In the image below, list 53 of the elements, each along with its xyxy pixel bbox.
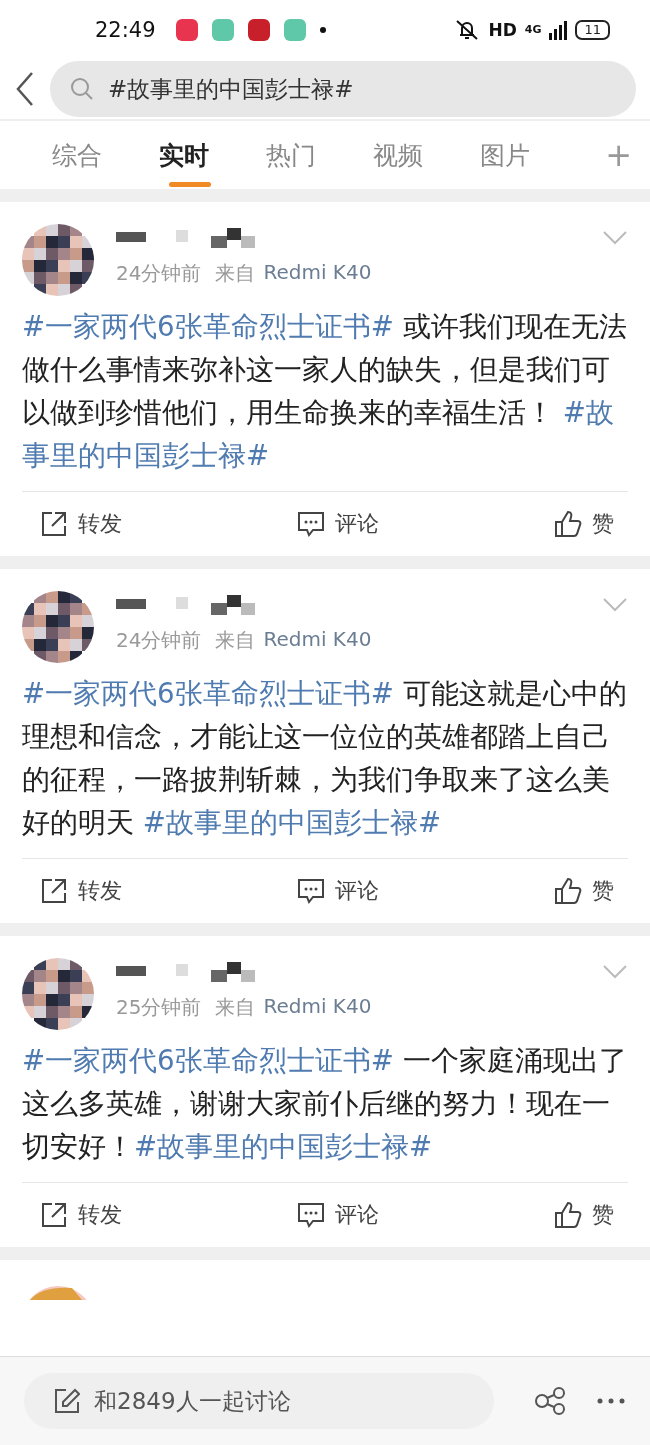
share-arrow-icon — [40, 877, 68, 906]
tab[interactable]: 实时 — [139, 121, 246, 190]
share-nodes-icon — [534, 1387, 566, 1415]
more-button[interactable] — [596, 1397, 626, 1405]
source-device: Redmi K40 — [263, 994, 372, 1021]
post-time: 24分钟前 — [116, 260, 202, 288]
repost-button[interactable]: 转发 — [40, 1200, 122, 1231]
share-button[interactable] — [534, 1387, 566, 1415]
tab[interactable]: 图片 — [460, 121, 567, 190]
comment-button[interactable]: 评论 — [297, 876, 379, 907]
post-text: #一家两代6张革命烈士证书# 一个家庭涌现出了这么多英雄，谢谢大家前仆后继的努力！现在一切安好！#故事里的中国彭士禄# — [22, 1043, 628, 1166]
tab[interactable]: 视频 — [353, 121, 460, 190]
post-time: 25分钟前 — [116, 994, 202, 1022]
more-dots-icon — [596, 1397, 626, 1405]
comment-input-field[interactable]: 和2849人一起讨论 — [24, 1373, 494, 1429]
source-device: Redmi K40 — [263, 260, 372, 287]
signal-icon — [549, 19, 568, 40]
source-label: 来自 — [215, 994, 256, 1022]
post-text: #一家两代6张革命烈士证书# 或许我们现在无法做什么事情来弥补这一家人的缺失，但是我们可以做到珍惜他们，用生命换来的幸福生活！ #故事里的中国彭士禄# — [22, 309, 628, 475]
battery-level: 11 — [575, 19, 610, 40]
tab[interactable]: 综合 — [32, 121, 139, 190]
repost-button[interactable]: 转发 — [40, 876, 122, 907]
post-time: 24分钟前 — [116, 627, 202, 655]
source-label: 来自 — [215, 260, 256, 288]
like-button[interactable]: 赞 — [554, 876, 614, 907]
avatar[interactable] — [22, 958, 94, 1031]
comment-icon — [297, 878, 325, 905]
post-text: #一家两代6张革命烈士证书# 可能这就是心中的理想和信念，才能让这一位位的英雄都踏上自己的征程，一路披荆斩棘，为我们争取来了这么美好的明天 #故事里的中国彭士禄# — [22, 676, 628, 842]
back-icon[interactable] — [14, 71, 36, 108]
thumbs-up-icon — [554, 1201, 582, 1230]
thumbs-up-icon — [554, 510, 582, 539]
source-device: Redmi K40 — [263, 627, 372, 654]
hd-indicator: HD — [488, 19, 517, 40]
more-notifications-icon — [319, 26, 326, 33]
comment-icon — [297, 1202, 325, 1229]
network-type: 4G — [524, 23, 542, 37]
like-button[interactable]: 赞 — [554, 1200, 614, 1231]
thumbs-up-icon — [554, 877, 582, 906]
source-label: 来自 — [215, 627, 256, 655]
share-arrow-icon — [40, 510, 68, 539]
share-arrow-icon — [40, 1201, 68, 1230]
avatar[interactable] — [22, 224, 94, 297]
comment-icon — [297, 511, 325, 538]
comment-button[interactable]: 评论 — [297, 509, 379, 540]
like-button[interactable]: 赞 — [554, 509, 614, 540]
status-time: 22:49 — [95, 17, 156, 42]
avatar[interactable] — [22, 591, 94, 664]
search-field[interactable]: #故事里的中国彭士禄# — [50, 61, 636, 118]
tab[interactable]: 热门 — [246, 121, 353, 190]
edit-icon — [54, 1388, 80, 1414]
search-icon — [70, 77, 94, 102]
repost-button[interactable]: 转发 — [40, 509, 122, 540]
comment-button[interactable]: 评论 — [297, 1200, 379, 1231]
